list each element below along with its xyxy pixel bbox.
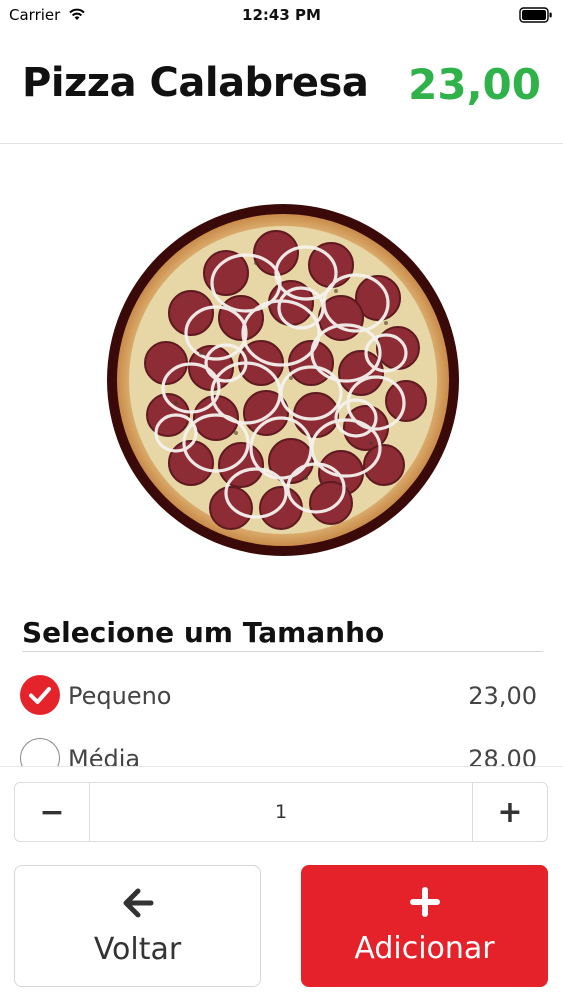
back-button-label: Voltar — [93, 932, 182, 967]
decrease-quantity-button[interactable]: − — [15, 783, 90, 841]
product-header: Pizza Calabresa 23,00 — [0, 30, 563, 144]
add-button-label: Adicionar — [354, 931, 495, 966]
quantity-value: 1 — [274, 801, 288, 823]
arrow-left-icon — [15, 888, 260, 918]
quantity-stepper: − 1 + — [14, 782, 548, 842]
product-price: 23,00 — [408, 60, 541, 109]
size-option-label: Pequeno — [68, 682, 172, 710]
product-title: Pizza Calabresa — [22, 60, 369, 106]
add-to-cart-button[interactable]: Adicionar — [301, 865, 548, 987]
pizza-image — [106, 203, 461, 558]
size-option-pequeno[interactable]: Pequeno 23,00 — [20, 675, 541, 719]
increase-quantity-button[interactable]: + — [472, 783, 547, 841]
radio-checked-icon[interactable] — [20, 675, 60, 715]
plus-icon — [301, 887, 548, 917]
battery-icon — [519, 7, 553, 27]
section-divider — [22, 651, 543, 652]
status-bar: Carrier 12:43 PM — [0, 0, 563, 30]
status-time: 12:43 PM — [242, 6, 321, 24]
size-section-title: Selecione um Tamanho — [22, 616, 385, 649]
order-footer: − 1 + Voltar Adicionar — [0, 766, 563, 1001]
size-option-price: 23,00 — [468, 682, 537, 710]
back-button[interactable]: Voltar — [14, 865, 261, 987]
